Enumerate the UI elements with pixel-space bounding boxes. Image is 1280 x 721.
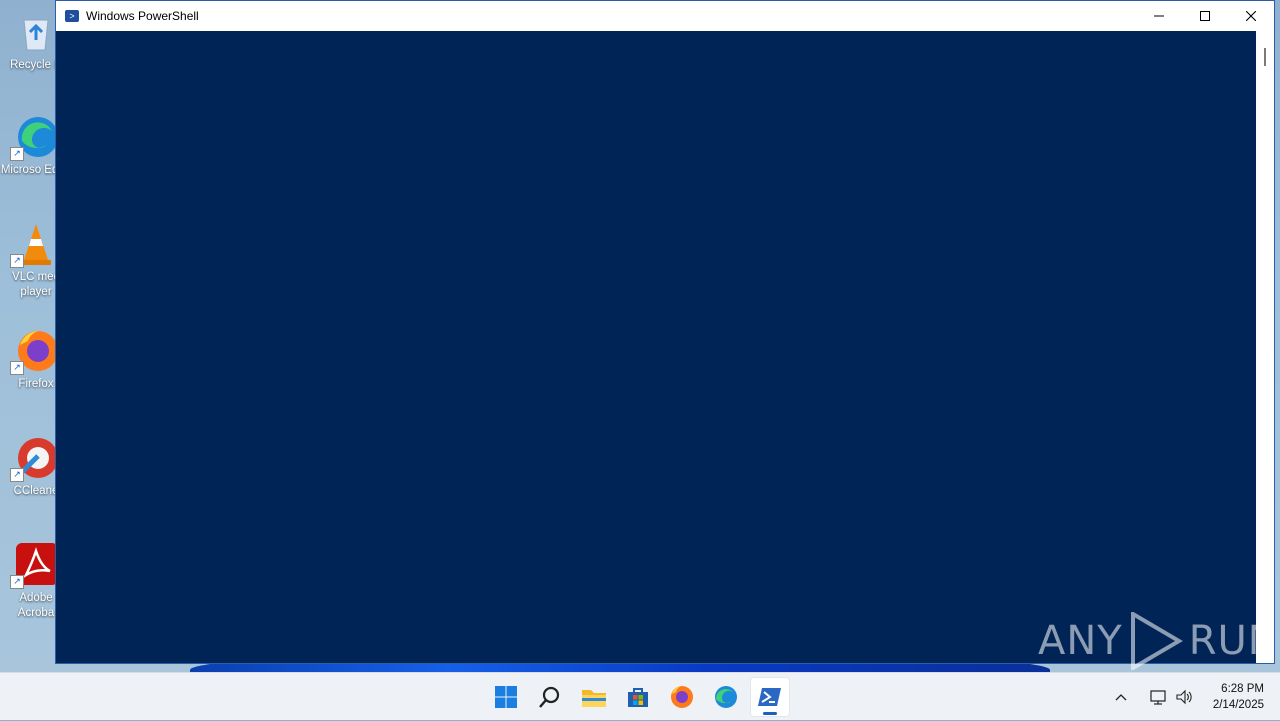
volume-button[interactable] — [1173, 685, 1197, 709]
ccleaner-icon: ↗ — [10, 436, 58, 482]
window-titlebar[interactable]: > Windows PowerShell — [56, 1, 1274, 31]
start-button[interactable] — [486, 677, 526, 717]
network-icon — [1150, 690, 1166, 705]
chevron-up-icon — [1115, 694, 1127, 701]
taskbar: 6:28 PM 2/14/2025 — [0, 672, 1280, 720]
clock-time: 6:28 PM — [1221, 683, 1264, 695]
edge-icon: ↗ — [10, 115, 58, 161]
search-button[interactable] — [530, 677, 570, 717]
watermark-text-left: ANY — [1038, 618, 1123, 664]
minimize-button[interactable] — [1136, 1, 1182, 31]
store-icon — [628, 688, 648, 707]
recycle-bin-icon — [14, 10, 58, 54]
search-icon — [539, 686, 560, 708]
powershell-taskbar-button[interactable] — [750, 677, 790, 717]
vlc-icon: ↗ — [10, 222, 58, 268]
file-explorer-icon — [582, 690, 606, 707]
minimize-icon — [1154, 15, 1164, 17]
powershell-window[interactable]: > Windows PowerShell — [55, 0, 1275, 664]
anyrun-watermark: ANY RUN — [1038, 612, 1279, 670]
play-logo-icon — [1130, 612, 1183, 670]
powershell-icon: > — [65, 10, 79, 22]
watermark-text-right: RUN — [1188, 618, 1279, 664]
window-title: Windows PowerShell — [86, 9, 199, 23]
acrobat-icon: ↗ — [10, 543, 58, 589]
file-explorer-button[interactable] — [574, 677, 614, 717]
start-icon — [495, 686, 517, 708]
maximize-icon — [1200, 11, 1210, 21]
scrollbar-thumb[interactable] — [1264, 48, 1266, 66]
clock-date: 2/14/2025 — [1212, 699, 1264, 711]
vertical-scrollbar[interactable] — [1256, 31, 1274, 663]
firefox-icon — [671, 686, 693, 708]
store-button[interactable] — [618, 677, 658, 717]
show-hidden-icons-button[interactable] — [1109, 685, 1133, 709]
volume-icon — [1176, 689, 1192, 705]
powershell-icon — [758, 688, 781, 706]
console-area[interactable] — [56, 31, 1256, 663]
firefox-taskbar-button[interactable] — [662, 677, 702, 717]
maximize-button[interactable] — [1182, 1, 1228, 31]
close-icon — [1246, 11, 1256, 21]
close-button[interactable] — [1228, 1, 1274, 31]
edge-taskbar-button[interactable] — [706, 677, 746, 717]
firefox-icon: ↗ — [10, 329, 58, 375]
clock[interactable]: 6:28 PM 2/14/2025 — [1213, 681, 1264, 713]
network-button[interactable] — [1147, 685, 1171, 709]
system-tray: 6:28 PM 2/14/2025 — [1107, 673, 1264, 721]
edge-icon — [715, 686, 737, 708]
